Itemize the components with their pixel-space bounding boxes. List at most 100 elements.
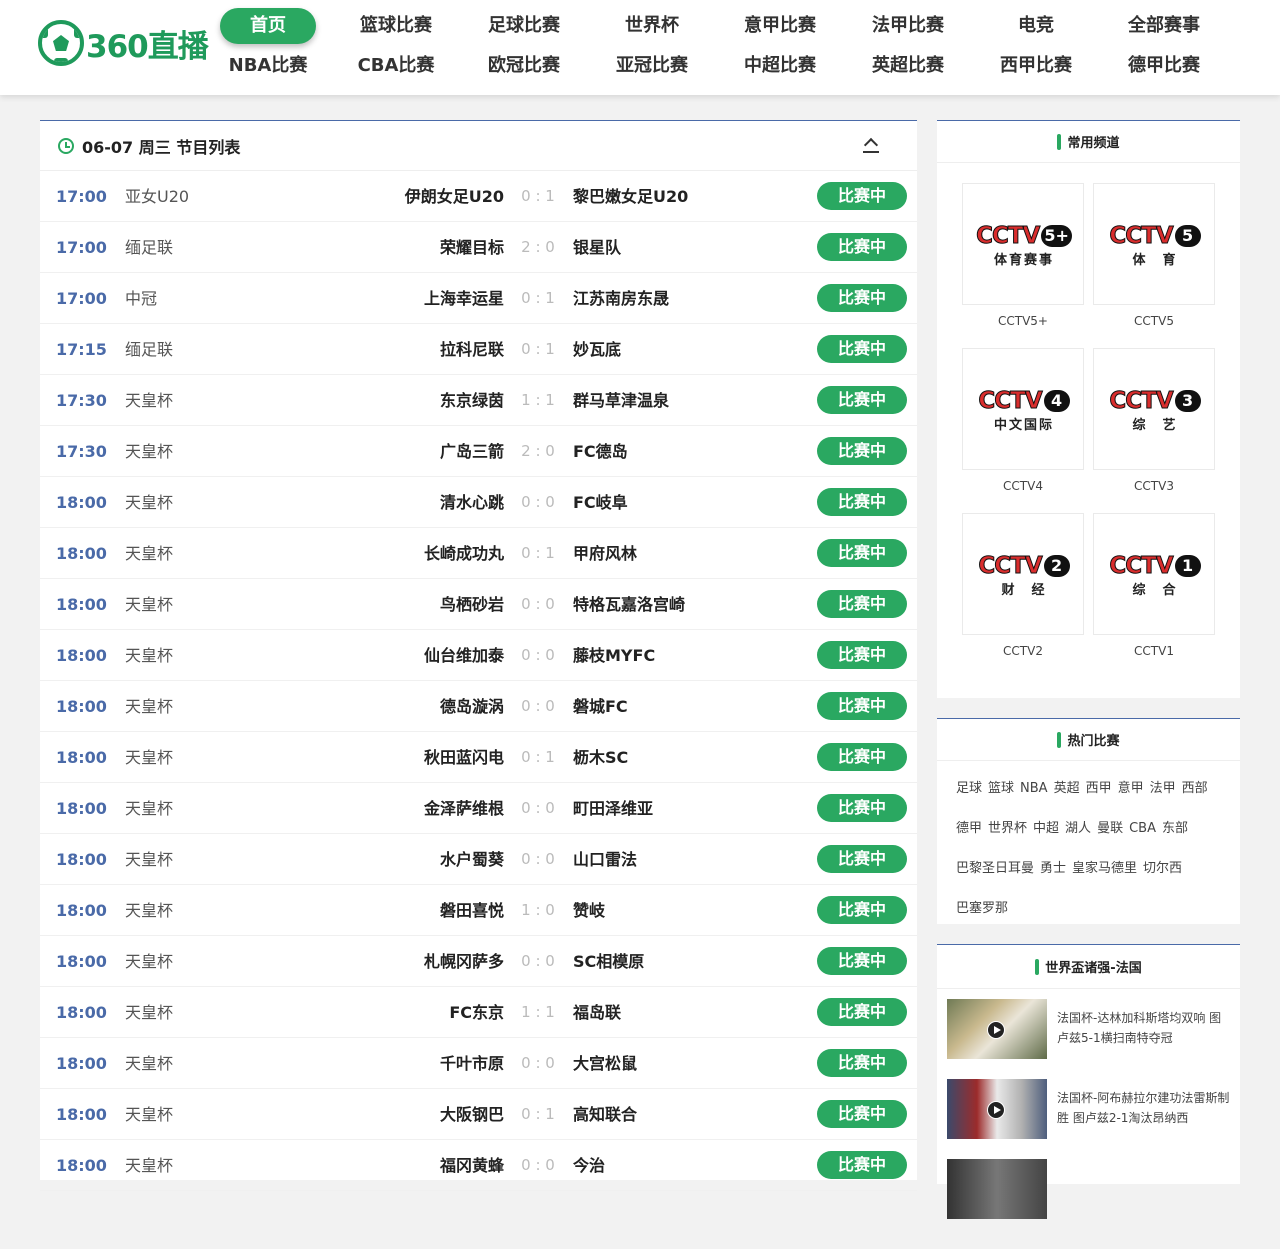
match-row[interactable]: 18:00 天皇杯 大阪钢巴 0 : 1 高知联合 比赛中 (40, 1089, 917, 1140)
channel-logo[interactable]: CCTV 1 综 合 (1093, 513, 1215, 635)
match-row[interactable]: 17:00 亚女U20 伊朗女足U20 0 : 1 黎巴嫩女足U20 比赛中 (40, 171, 917, 222)
channel-caption[interactable]: CCTV1 (1093, 644, 1215, 658)
hot-tag-link[interactable]: CBA (1129, 821, 1156, 837)
match-row[interactable]: 17:30 天皇杯 东京绿茵 1 : 1 群马草津温泉 比赛中 (40, 375, 917, 426)
channel-caption[interactable]: CCTV2 (962, 644, 1084, 658)
match-row[interactable]: 18:00 天皇杯 鸟栖砂岩 0 : 0 特格瓦嘉洛宫崎 比赛中 (40, 579, 917, 630)
channel-card[interactable]: CCTV 1 综 合 CCTV1 (1093, 513, 1215, 658)
hot-tag-link[interactable]: 德甲 (956, 821, 982, 837)
match-row[interactable]: 18:00 天皇杯 福冈黄蜂 0 : 0 今治 比赛中 (40, 1140, 917, 1191)
news-item[interactable] (947, 1159, 1230, 1219)
channel-logo[interactable]: CCTV 2 财 经 (962, 513, 1084, 635)
nav-item[interactable]: 足球比赛 (476, 8, 572, 44)
news-thumbnail[interactable] (947, 1079, 1047, 1139)
news-thumbnail[interactable] (947, 999, 1047, 1059)
live-status-button[interactable]: 比赛中 (817, 590, 907, 618)
live-status-button[interactable]: 比赛中 (817, 947, 907, 975)
live-status-button[interactable]: 比赛中 (817, 845, 907, 873)
nav-item[interactable]: 法甲比赛 (860, 8, 956, 44)
hot-tag-link[interactable]: 巴黎圣日耳曼 (956, 861, 1034, 877)
match-row[interactable]: 18:00 天皇杯 水户蜀葵 0 : 0 山口雷法 比赛中 (40, 834, 917, 885)
hot-tag-link[interactable]: 中超 (1033, 821, 1059, 837)
news-item[interactable]: 法国杯-达林加科斯塔均双响 图卢兹5-1横扫南特夺冠 (947, 999, 1230, 1059)
hot-tag-link[interactable]: 世界杯 (988, 821, 1027, 837)
live-status-button[interactable]: 比赛中 (817, 641, 907, 669)
match-row[interactable]: 18:00 天皇杯 金泽萨维根 0 : 0 町田泽维亚 比赛中 (40, 783, 917, 834)
hot-tag-link[interactable]: 英超 (1054, 781, 1080, 797)
match-row[interactable]: 18:00 天皇杯 清水心跳 0 : 0 FC岐阜 比赛中 (40, 477, 917, 528)
match-row[interactable]: 17:00 中冠 上海幸运星 0 : 1 江苏南房东晟 比赛中 (40, 273, 917, 324)
hot-tag-link[interactable]: 曼联 (1097, 821, 1123, 837)
channel-caption[interactable]: CCTV5+ (962, 314, 1084, 328)
nav-item[interactable]: 西甲比赛 (988, 48, 1084, 84)
live-status-button[interactable]: 比赛中 (817, 692, 907, 720)
nav-item[interactable]: 世界杯 (604, 8, 700, 44)
channel-card[interactable]: CCTV 2 财 经 CCTV2 (962, 513, 1084, 658)
hot-tag-link[interactable]: 巴塞罗那 (956, 901, 1008, 917)
channel-logo[interactable]: CCTV 4 中文国际 (962, 348, 1084, 470)
nav-item[interactable]: CBA比赛 (348, 48, 444, 84)
hot-tag-link[interactable]: 西甲 (1086, 781, 1112, 797)
nav-item[interactable]: 篮球比赛 (348, 8, 444, 44)
match-row[interactable]: 18:00 天皇杯 磐田喜悦 1 : 0 赞岐 比赛中 (40, 885, 917, 936)
channel-card[interactable]: CCTV 5 体 育 CCTV5 (1093, 183, 1215, 328)
match-row[interactable]: 18:00 天皇杯 德岛漩涡 0 : 0 磐城FC 比赛中 (40, 681, 917, 732)
channel-card[interactable]: CCTV 4 中文国际 CCTV4 (962, 348, 1084, 493)
channel-card[interactable]: CCTV 3 综 艺 CCTV3 (1093, 348, 1215, 493)
hot-tag-link[interactable]: 法甲 (1150, 781, 1176, 797)
live-status-button[interactable]: 比赛中 (817, 335, 907, 363)
live-status-button[interactable]: 比赛中 (817, 998, 907, 1026)
channel-caption[interactable]: CCTV5 (1093, 314, 1215, 328)
hot-tag-link[interactable]: 足球 (956, 781, 982, 797)
hot-tag-link[interactable]: 意甲 (1118, 781, 1144, 797)
match-row[interactable]: 18:00 天皇杯 FC东京 1 : 1 福岛联 比赛中 (40, 987, 917, 1038)
channel-logo[interactable]: CCTV 5 体 育 (1093, 183, 1215, 305)
collapse-icon[interactable] (863, 137, 879, 153)
nav-item[interactable]: 意甲比赛 (732, 8, 828, 44)
match-row[interactable]: 17:30 天皇杯 广岛三箭 2 : 0 FC德岛 比赛中 (40, 426, 917, 477)
live-status-button[interactable]: 比赛中 (817, 437, 907, 465)
match-row[interactable]: 18:00 天皇杯 长崎成功丸 0 : 1 甲府风林 比赛中 (40, 528, 917, 579)
live-status-button[interactable]: 比赛中 (817, 1100, 907, 1128)
nav-item[interactable]: 全部赛事 (1116, 8, 1212, 44)
channel-logo[interactable]: CCTV 5+ 体育赛事 (962, 183, 1084, 305)
live-status-button[interactable]: 比赛中 (817, 539, 907, 567)
live-status-button[interactable]: 比赛中 (817, 233, 907, 261)
site-logo[interactable]: 360直播 (38, 18, 216, 68)
nav-item[interactable]: 中超比赛 (732, 48, 828, 84)
news-item[interactable]: 法国杯-阿布赫拉尔建功法雷斯制胜 图卢兹2-1淘汰昂纳西 (947, 1079, 1230, 1139)
channel-caption[interactable]: CCTV4 (962, 479, 1084, 493)
match-row[interactable]: 18:00 天皇杯 千叶市原 0 : 0 大宫松鼠 比赛中 (40, 1038, 917, 1089)
match-row[interactable]: 17:15 缅足联 拉科尼联 0 : 1 妙瓦底 比赛中 (40, 324, 917, 375)
hot-tag-link[interactable]: NBA (1020, 781, 1048, 797)
live-status-button[interactable]: 比赛中 (817, 743, 907, 771)
live-status-button[interactable]: 比赛中 (817, 1151, 907, 1179)
match-row[interactable]: 17:00 缅足联 荣耀目标 2 : 0 银星队 比赛中 (40, 222, 917, 273)
hot-tag-link[interactable]: 湖人 (1065, 821, 1091, 837)
live-status-button[interactable]: 比赛中 (817, 182, 907, 210)
live-status-button[interactable]: 比赛中 (817, 488, 907, 516)
nav-item[interactable]: 亚冠比赛 (604, 48, 700, 84)
nav-item[interactable]: 德甲比赛 (1116, 48, 1212, 84)
hot-tag-link[interactable]: 东部 (1162, 821, 1188, 837)
hot-tag-link[interactable]: 皇家马德里 (1072, 861, 1137, 877)
match-row[interactable]: 18:00 天皇杯 札幌冈萨多 0 : 0 SC相模原 比赛中 (40, 936, 917, 987)
news-thumbnail[interactable] (947, 1159, 1047, 1219)
nav-item[interactable]: NBA比赛 (220, 48, 316, 84)
hot-tag-link[interactable]: 西部 (1182, 781, 1208, 797)
nav-item[interactable]: 英超比赛 (860, 48, 956, 84)
match-row[interactable]: 18:00 天皇杯 秋田蓝闪电 0 : 1 枥木SC 比赛中 (40, 732, 917, 783)
live-status-button[interactable]: 比赛中 (817, 386, 907, 414)
channel-card[interactable]: CCTV 5+ 体育赛事 CCTV5+ (962, 183, 1084, 328)
nav-item[interactable]: 电竞 (988, 8, 1084, 44)
channel-logo[interactable]: CCTV 3 综 艺 (1093, 348, 1215, 470)
channel-caption[interactable]: CCTV3 (1093, 479, 1215, 493)
hot-tag-link[interactable]: 勇士 (1040, 861, 1066, 877)
play-icon[interactable] (987, 1101, 1005, 1119)
play-icon[interactable] (987, 1021, 1005, 1039)
news-link[interactable]: 法国杯-达林加科斯塔均双响 图卢兹5-1横扫南特夺冠 (1057, 999, 1230, 1059)
news-link[interactable]: 法国杯-阿布赫拉尔建功法雷斯制胜 图卢兹2-1淘汰昂纳西 (1057, 1079, 1230, 1139)
live-status-button[interactable]: 比赛中 (817, 284, 907, 312)
nav-item[interactable]: 首页 (220, 8, 316, 44)
live-status-button[interactable]: 比赛中 (817, 794, 907, 822)
